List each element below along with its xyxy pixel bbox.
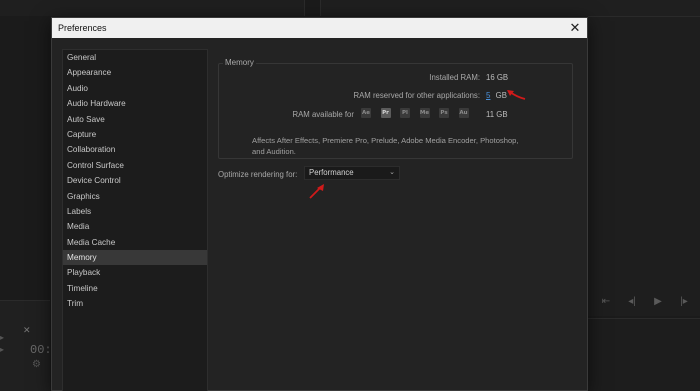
preferences-sidebar: General Appearance Audio Audio Hardware … — [62, 49, 208, 391]
sidebar-item-labels[interactable]: Labels — [63, 204, 207, 219]
dialog-title: Preferences — [58, 23, 107, 33]
sidebar-item-trim[interactable]: Trim — [63, 296, 207, 311]
premiere-pro-icon: Pr — [380, 108, 391, 118]
optimize-rendering-select[interactable]: Performance ⌄ — [304, 166, 400, 180]
sidebar-item-collaboration[interactable]: Collaboration — [63, 142, 207, 157]
background-panel-top-right — [320, 0, 700, 16]
sidebar-item-device-control[interactable]: Device Control — [63, 173, 207, 188]
sidebar-item-auto-save[interactable]: Auto Save — [63, 112, 207, 127]
preferences-dialog: Preferences ✕ General Appearance Audio A… — [51, 17, 588, 391]
close-button[interactable]: ✕ — [567, 18, 583, 38]
chevron-down-icon: ⌄ — [389, 169, 395, 176]
sidebar-item-media[interactable]: Media — [63, 219, 207, 234]
sidebar-item-control-surface[interactable]: Control Surface — [63, 158, 207, 173]
next-frame-icon[interactable]: |▸ — [678, 296, 690, 307]
photoshop-icon: Ps — [439, 108, 449, 118]
sidebar-item-playback[interactable]: Playback — [63, 265, 207, 280]
annotation-arrow-icon — [507, 90, 526, 100]
ripple-icon: ⚙ — [32, 359, 41, 370]
sidebar-item-graphics[interactable]: Graphics — [63, 189, 207, 204]
sidebar-item-appearance[interactable]: Appearance — [63, 65, 207, 80]
sidebar-item-memory[interactable]: Memory — [63, 250, 207, 266]
background-panel-top-left — [0, 0, 305, 16]
play-icon[interactable]: ▶ — [652, 296, 664, 307]
sidebar-item-general[interactable]: General — [63, 50, 207, 65]
installed-ram-value: 16 GB — [486, 73, 509, 82]
after-effects-icon: Ae — [361, 108, 371, 118]
ram-available-label: RAM available for — [292, 110, 354, 119]
sidebar-item-timeline[interactable]: Timeline — [63, 281, 207, 296]
prelude-icon: Pl — [400, 108, 410, 118]
media-encoder-icon: Me — [419, 108, 430, 118]
background-panel-bottom-right — [588, 318, 700, 391]
audition-icon: Au — [458, 108, 469, 118]
ram-reserved-input[interactable]: 5 — [486, 91, 490, 100]
sidebar-item-audio[interactable]: Audio — [63, 81, 207, 96]
ram-available-value: 11 GB — [486, 110, 508, 119]
memory-group-title: Memory — [223, 58, 256, 67]
ram-reserved-label: RAM reserved for other applications: — [353, 91, 480, 100]
installed-ram-label: Installed RAM: — [429, 73, 480, 82]
optimize-rendering-value: Performance — [309, 168, 354, 177]
step-back-icon[interactable]: ⇤ — [600, 296, 612, 307]
prev-frame-icon[interactable]: ◂| — [626, 296, 638, 307]
transport-controls: ⇤ ◂| ▶ |▸ — [600, 296, 690, 307]
left-controls: ▸ ▸ — [0, 333, 5, 354]
dialog-titlebar: Preferences ✕ — [52, 18, 587, 38]
background-program-monitor — [588, 16, 700, 316]
sidebar-item-audio-hardware[interactable]: Audio Hardware — [63, 96, 207, 111]
close-tab-icon[interactable]: ✕ — [23, 325, 31, 336]
sidebar-item-capture[interactable]: Capture — [63, 127, 207, 142]
annotation-arrow-icon — [309, 184, 324, 199]
optimize-rendering-label: Optimize rendering for: — [218, 170, 298, 179]
sidebar-item-media-cache[interactable]: Media Cache — [63, 235, 207, 250]
ram-reserved-field: 5 GB — [486, 91, 507, 100]
app-icons-row: Ae Pr Pl Me Ps Au — [361, 108, 469, 118]
memory-description: Affects After Effects, Premiere Pro, Pre… — [252, 136, 519, 156]
